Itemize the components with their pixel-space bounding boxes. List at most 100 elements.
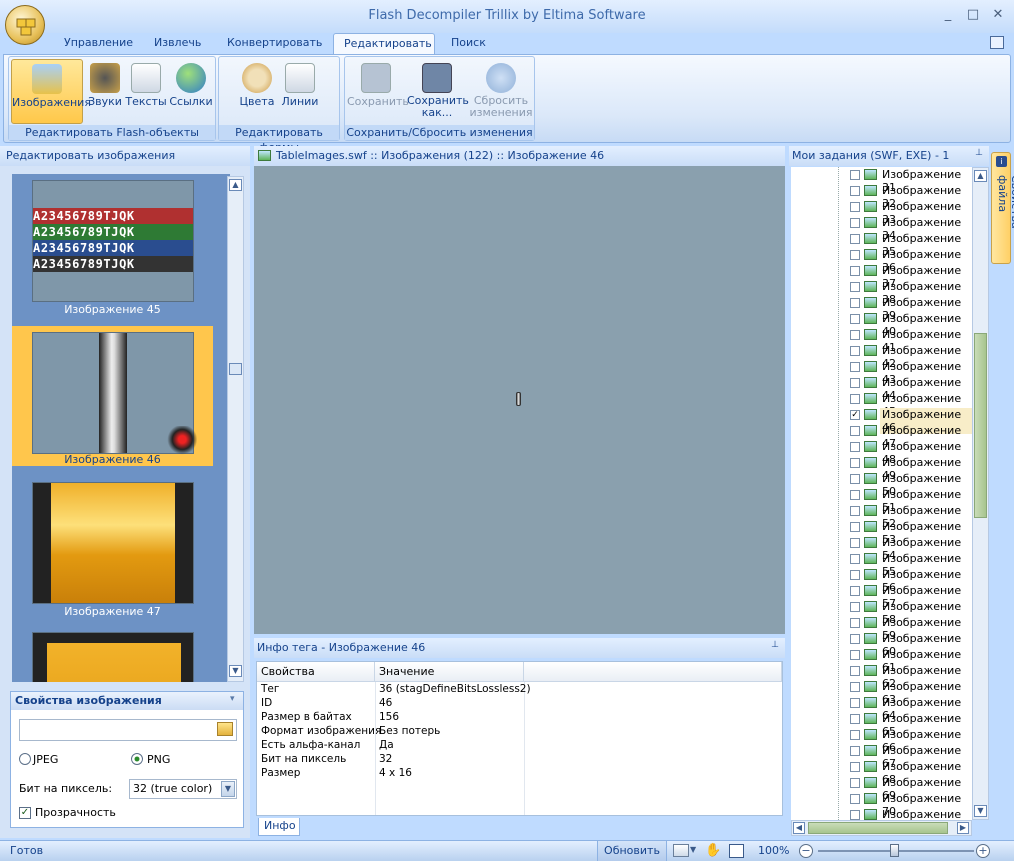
tree-item-checkbox[interactable] <box>850 746 860 756</box>
tree-item[interactable]: Изображение 55 <box>791 551 972 578</box>
tree-item-checkbox[interactable] <box>850 714 860 724</box>
tree-item[interactable]: Изображение 32 <box>791 183 972 210</box>
zoom-slider-thumb[interactable] <box>890 844 899 857</box>
tree-item[interactable]: Изображение 39 <box>791 295 972 322</box>
thumbnail-item-selected[interactable]: Изображение 46 <box>12 326 213 466</box>
tree-item-checkbox[interactable] <box>850 394 860 404</box>
tree-item-checkbox[interactable] <box>850 362 860 372</box>
tree-item[interactable]: Изображение 69 <box>791 775 972 802</box>
tree-item-checkbox[interactable] <box>850 298 860 308</box>
tab-extract[interactable]: Извлечь <box>144 33 211 54</box>
thumbnail-item[interactable]: A23456789TJQK A23456789TJQK A23456789TJQ… <box>12 174 213 316</box>
pin-icon[interactable]: ⊥ <box>771 640 779 650</box>
tree-item-checkbox[interactable] <box>850 266 860 276</box>
thumbnail-item[interactable] <box>12 626 213 682</box>
tree-item-checkbox[interactable] <box>850 570 860 580</box>
thumbnail-item[interactable]: Изображение 47 <box>12 476 213 618</box>
links-button[interactable]: Ссылки <box>169 59 213 124</box>
tree-item-checkbox[interactable] <box>850 282 860 292</box>
close-button[interactable]: ✕ <box>987 7 1009 25</box>
view-mode-icon[interactable] <box>673 844 689 857</box>
tree-item[interactable]: Изображение 60 <box>791 631 972 658</box>
tree-item-checkbox[interactable] <box>850 330 860 340</box>
tree-item[interactable]: Изображение 49 <box>791 455 972 482</box>
tab-convert[interactable]: Конвертировать <box>217 33 332 54</box>
lines-button[interactable]: Линии <box>279 59 321 124</box>
column-header-value[interactable]: Значение <box>375 662 524 682</box>
pin-icon[interactable]: ⊥ <box>975 148 983 158</box>
tree-item[interactable]: Изображение 68 <box>791 759 972 786</box>
tree-item-checkbox[interactable] <box>850 378 860 388</box>
reset-changes-button[interactable]: Сбросить изменения <box>469 59 533 124</box>
tab-search[interactable]: Поиск <box>441 33 496 54</box>
thumbnails-scrollbar[interactable]: ▲ ▼ <box>227 176 244 682</box>
tree-item-checkbox[interactable] <box>850 794 860 804</box>
tree-item[interactable]: Изображение 42 <box>791 343 972 370</box>
app-menu-button[interactable] <box>5 5 45 45</box>
save-as-button[interactable]: Сохранить как... <box>407 59 469 124</box>
maximize-button[interactable]: □ <box>962 7 984 25</box>
collapse-arrow-icon[interactable]: ▾ <box>230 694 235 704</box>
tree-item[interactable]: ✓ Изображение 46 <box>791 407 972 434</box>
tree-item[interactable]: Изображение 56 <box>791 567 972 594</box>
tree-item-checkbox[interactable] <box>850 170 860 180</box>
tree-item[interactable]: Изображение 62 <box>791 663 972 690</box>
tree-item-checkbox[interactable] <box>850 538 860 548</box>
tree-item[interactable]: Изображение 66 <box>791 727 972 754</box>
tree-item[interactable]: Изображение 58 <box>791 599 972 626</box>
tree-item-checkbox[interactable]: ✓ <box>850 410 860 420</box>
tree-item[interactable]: Изображение 45 <box>791 391 972 418</box>
tree-item-checkbox[interactable] <box>850 810 860 820</box>
bits-per-pixel-select[interactable]: 32 (true color) ▼ <box>129 779 237 799</box>
scrollbar-thumb[interactable] <box>974 333 987 518</box>
texts-button[interactable]: Тексты <box>125 59 167 124</box>
tree-item[interactable]: Изображение 59 <box>791 615 972 642</box>
tree-item[interactable]: Изображение 36 <box>791 247 972 274</box>
tree-item-checkbox[interactable] <box>850 202 860 212</box>
tree-item-checkbox[interactable] <box>850 634 860 644</box>
tree-item-checkbox[interactable] <box>850 682 860 692</box>
tree-item[interactable]: Изображение 50 <box>791 471 972 498</box>
tree-item-checkbox[interactable] <box>850 730 860 740</box>
chevron-down-icon[interactable]: ▼ <box>690 845 696 854</box>
save-button[interactable]: Сохранить <box>347 59 409 124</box>
tab-info[interactable]: Инфо <box>258 818 300 836</box>
tree-item[interactable]: Изображение 33 <box>791 199 972 226</box>
tree-item[interactable]: Изображение 67 <box>791 743 972 770</box>
minimize-button[interactable]: _ <box>937 7 959 25</box>
tree-item[interactable]: Изображение 48 <box>791 439 972 466</box>
colors-button[interactable]: Цвета <box>237 59 277 124</box>
tree-item[interactable]: Изображение 35 <box>791 231 972 258</box>
tree-item-checkbox[interactable] <box>850 186 860 196</box>
ribbon-options-icon[interactable] <box>990 36 1004 49</box>
file-properties-side-tab[interactable]: i Свойства файла <box>991 152 1014 264</box>
tree-item[interactable]: Изображение 34 <box>791 215 972 242</box>
tree-horizontal-scrollbar[interactable]: ◀ ▶ <box>791 820 972 836</box>
tree-item[interactable]: Изображение 31 <box>791 167 972 194</box>
tree-item[interactable]: Изображение 63 <box>791 679 972 706</box>
transparency-checkbox[interactable]: ✓ <box>19 807 31 819</box>
refresh-button[interactable]: Обновить <box>597 841 667 861</box>
tree-item[interactable]: Изображение 38 <box>791 279 972 306</box>
tree-item[interactable]: Изображение 64 <box>791 695 972 722</box>
tree-item-checkbox[interactable] <box>850 218 860 228</box>
tree-item-checkbox[interactable] <box>850 586 860 596</box>
tree-item-checkbox[interactable] <box>850 490 860 500</box>
tree-item[interactable]: Изображение 47 <box>791 423 972 450</box>
column-header-properties[interactable]: Свойства <box>257 662 375 682</box>
tree-item[interactable]: Изображение 51 <box>791 487 972 514</box>
zoom-in-icon[interactable]: + <box>976 844 990 858</box>
images-button[interactable]: Изображения <box>11 59 91 124</box>
fit-to-window-icon[interactable] <box>729 844 744 858</box>
png-radio[interactable] <box>131 753 143 765</box>
tree-item-checkbox[interactable] <box>850 650 860 660</box>
tab-edit[interactable]: Редактировать <box>333 33 435 54</box>
zoom-out-icon[interactable]: − <box>799 844 813 858</box>
tree-item-checkbox[interactable] <box>850 554 860 564</box>
tree-item[interactable]: Изображение 71 <box>791 807 972 820</box>
tree-item[interactable]: Изображение 61 <box>791 647 972 674</box>
tree-item[interactable]: Изображение 40 <box>791 311 972 338</box>
tree-item-checkbox[interactable] <box>850 314 860 324</box>
tree-item-checkbox[interactable] <box>850 458 860 468</box>
tree-item[interactable]: Изображение 37 <box>791 263 972 290</box>
